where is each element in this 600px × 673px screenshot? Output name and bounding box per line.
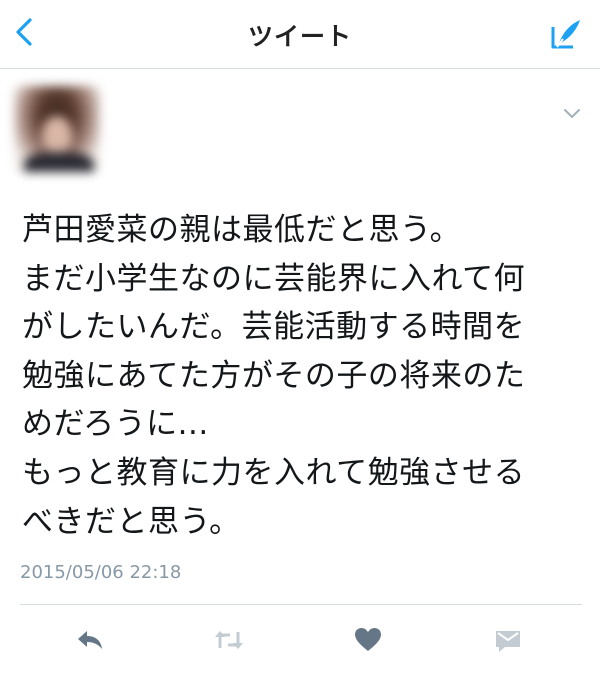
retweet-icon xyxy=(215,631,243,649)
direct-message-button[interactable] xyxy=(486,620,530,660)
tweet-text: 芦田愛菜の親は最低だと思う。 まだ小学生なのに芸能界に入れて何 がしたいんだ。芸… xyxy=(22,212,526,540)
direct-message-icon xyxy=(496,631,520,652)
user-display-name[interactable] xyxy=(116,101,191,123)
reply-icon xyxy=(78,631,102,649)
compose-tweet-button[interactable] xyxy=(546,14,586,54)
tweet-options-button[interactable] xyxy=(560,104,584,124)
tweet-timestamp: 2015/05/06 22:18 xyxy=(20,562,182,583)
compose-quill-icon xyxy=(551,20,580,49)
divider xyxy=(20,604,582,605)
avatar[interactable] xyxy=(14,86,100,172)
reply-button[interactable] xyxy=(68,620,112,660)
retweet-button[interactable] xyxy=(207,620,251,660)
heart-icon xyxy=(355,628,381,651)
page-title: ツイート xyxy=(247,22,352,51)
nav-bar: ツイート xyxy=(0,0,600,69)
chevron-down-icon xyxy=(564,109,580,118)
like-button[interactable] xyxy=(346,620,390,660)
user-handle[interactable] xyxy=(116,132,157,151)
